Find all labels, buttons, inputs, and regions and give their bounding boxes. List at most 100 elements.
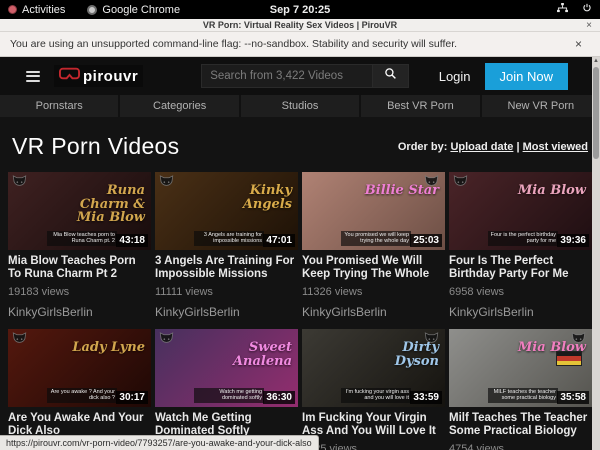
menu-item-pornstars[interactable]: Pornstars — [0, 95, 120, 117]
site-logo-text: pirouvr — [83, 68, 138, 85]
thumbnail-overlay-title: Sweet Analena — [212, 341, 292, 368]
thumbnail-caption: Four is the perfect birthday party for m… — [488, 231, 558, 246]
video-card[interactable]: Lady Lyne Are you awake ? And your dick … — [8, 329, 151, 450]
network-icon[interactable] — [557, 3, 568, 16]
order-by-controls: Order by: Upload date | Most viewed — [398, 141, 588, 153]
os-taskbar: Activities Google Chrome Sep 7 20:25 — [0, 0, 600, 19]
studio-cat-logo-icon — [159, 175, 174, 193]
video-views: 11111 views — [155, 286, 298, 298]
thumbnail-overlay-title: Lady Lyne — [72, 341, 145, 355]
studio-cat-logo-icon — [453, 175, 468, 193]
tab-close-icon[interactable]: × — [586, 19, 592, 32]
vr-goggles-icon — [59, 67, 80, 85]
thumbnail-overlay-title: Billie Star — [365, 184, 439, 198]
video-thumbnail[interactable]: Sweet Analena Watch me getting dominated… — [155, 329, 298, 407]
video-card[interactable]: Runa Charm & Mia Blow Mia Blow teaches p… — [8, 172, 151, 319]
video-title-link[interactable]: Im Fucking Your Virgin Ass And You Will … — [302, 412, 445, 438]
studio-cat-logo-icon — [12, 332, 27, 350]
browser-titlebar: VR Porn: Virtual Reality Sex Videos | Pi… — [0, 19, 600, 32]
thumbnail-overlay-title: Dirty Dyson — [359, 341, 439, 368]
warning-text: You are using an unsupported command-lin… — [10, 38, 457, 50]
thumbnail-caption: You promised we will keep trying the who… — [341, 231, 411, 246]
video-duration-badge: 47:01 — [263, 234, 295, 247]
video-card[interactable]: Mia Blow Four is the perfect birthday pa… — [449, 172, 592, 319]
video-duration-badge: 36:30 — [263, 391, 295, 404]
video-title-link[interactable]: Mia Blow Teaches Porn To Runa Charm Pt 2 — [8, 255, 151, 281]
menu-item-studios[interactable]: Studios — [241, 95, 361, 117]
video-card[interactable]: Billie Star You promised we will keep tr… — [302, 172, 445, 319]
hamburger-menu-icon[interactable] — [26, 71, 40, 82]
video-card[interactable]: Mia Blow MILF teaches the teacher some p… — [449, 329, 592, 450]
video-card[interactable]: Sweet Analena Watch me getting dominated… — [155, 329, 298, 450]
page-tab-title: VR Porn: Virtual Reality Sex Videos | Pi… — [203, 20, 397, 30]
video-card[interactable]: Kinky Angels 3 Angels are training for i… — [155, 172, 298, 319]
video-thumbnail[interactable]: Mia Blow MILF teaches the teacher some p… — [449, 329, 592, 407]
chrome-icon — [87, 5, 97, 15]
thumbnail-caption: I'm fucking your virgin ass and you will… — [341, 388, 411, 403]
login-link[interactable]: Login — [425, 69, 485, 84]
video-thumbnail[interactable]: Mia Blow Four is the perfect birthday pa… — [449, 172, 592, 250]
order-upload-date-link[interactable]: Upload date — [450, 141, 513, 153]
video-duration-badge: 25:03 — [410, 234, 442, 247]
chrome-label: Google Chrome — [102, 4, 180, 16]
video-views: 4754 views — [449, 443, 592, 450]
video-studio-link[interactable]: KinkyGirlsBerlin — [8, 305, 151, 319]
video-thumbnail[interactable]: Runa Charm & Mia Blow Mia Blow teaches p… — [8, 172, 151, 250]
search-bar — [201, 64, 409, 88]
power-icon[interactable] — [582, 3, 592, 16]
clock[interactable]: Sep 7 20:25 — [270, 4, 331, 16]
video-title-link[interactable]: Milf Teaches The Teacher Some Practical … — [449, 412, 592, 438]
video-thumbnail[interactable]: Billie Star You promised we will keep tr… — [302, 172, 445, 250]
video-views: 11326 views — [302, 286, 445, 298]
page-title: VR Porn Videos — [12, 133, 179, 160]
page-scrollbar[interactable]: ▲ — [592, 57, 600, 450]
distro-logo-icon — [8, 5, 17, 14]
video-title-link[interactable]: 3 Angels Are Training For Impossible Mis… — [155, 255, 298, 281]
order-by-label: Order by: — [398, 141, 451, 153]
site-logo[interactable]: pirouvr — [54, 65, 143, 87]
category-menu: Pornstars Categories Studios Best VR Por… — [0, 95, 600, 117]
video-thumbnail[interactable]: Lady Lyne Are you awake ? And your dick … — [8, 329, 151, 407]
menu-item-best-vr[interactable]: Best VR Porn — [361, 95, 481, 117]
order-most-viewed-link[interactable]: Most viewed — [523, 141, 588, 153]
activities-label: Activities — [22, 4, 65, 16]
join-now-button[interactable]: Join Now — [485, 63, 568, 90]
video-duration-badge: 33:59 — [410, 391, 442, 404]
site-navbar: pirouvr Login Join Now — [0, 57, 600, 95]
search-input[interactable] — [201, 64, 373, 88]
video-studio-link[interactable]: KinkyGirlsBerlin — [449, 305, 592, 319]
scrollbar-thumb[interactable] — [593, 67, 599, 159]
search-button[interactable] — [373, 64, 409, 88]
video-studio-link[interactable]: KinkyGirlsBerlin — [155, 305, 298, 319]
status-url-tooltip: https://pirouvr.com/vr-porn-video/779325… — [0, 435, 319, 450]
menu-item-new-vr[interactable]: New VR Porn — [482, 95, 600, 117]
video-duration-badge: 35:58 — [557, 391, 589, 404]
video-duration-badge: 39:36 — [557, 234, 589, 247]
video-views: 6958 views — [449, 286, 592, 298]
video-title-link[interactable]: You Promised We Will Keep Trying The Who… — [302, 255, 445, 281]
video-grid: Runa Charm & Mia Blow Mia Blow teaches p… — [0, 172, 600, 450]
warning-close-icon[interactable]: × — [575, 37, 590, 51]
german-flag-icon — [556, 351, 582, 366]
thumbnail-caption: 3 Angels are training for impossible mis… — [194, 231, 264, 246]
chrome-taskbar-item[interactable]: Google Chrome — [87, 4, 180, 16]
menu-item-categories[interactable]: Categories — [120, 95, 240, 117]
thumbnail-caption: Are you awake ? And your dick also ? — [47, 388, 117, 403]
chrome-warning-bar: You are using an unsupported command-lin… — [0, 32, 600, 57]
video-duration-badge: 43:18 — [116, 234, 148, 247]
video-title-link[interactable]: Four Is The Perfect Birthday Party For M… — [449, 255, 592, 281]
video-views: 2725 views — [302, 443, 445, 450]
thumbnail-overlay-title: Mia Blow — [518, 184, 586, 198]
thumbnail-caption: MILF teaches the teacher some practical … — [488, 388, 558, 403]
video-thumbnail[interactable]: Kinky Angels 3 Angels are training for i… — [155, 172, 298, 250]
video-card[interactable]: Dirty Dyson I'm fucking your virgin ass … — [302, 329, 445, 450]
scrollbar-up-arrow-icon[interactable]: ▲ — [593, 58, 599, 64]
video-studio-link[interactable]: KinkyGirlsBerlin — [302, 305, 445, 319]
video-thumbnail[interactable]: Dirty Dyson I'm fucking your virgin ass … — [302, 329, 445, 407]
activities-button[interactable]: Activities — [8, 4, 65, 16]
thumbnail-overlay-title: Runa Charm & Mia Blow — [65, 184, 145, 225]
video-duration-badge: 30:17 — [116, 391, 148, 404]
studio-cat-logo-icon — [159, 332, 174, 350]
thumbnail-overlay-title: Kinky Angels — [212, 184, 292, 211]
video-views: 19183 views — [8, 286, 151, 298]
